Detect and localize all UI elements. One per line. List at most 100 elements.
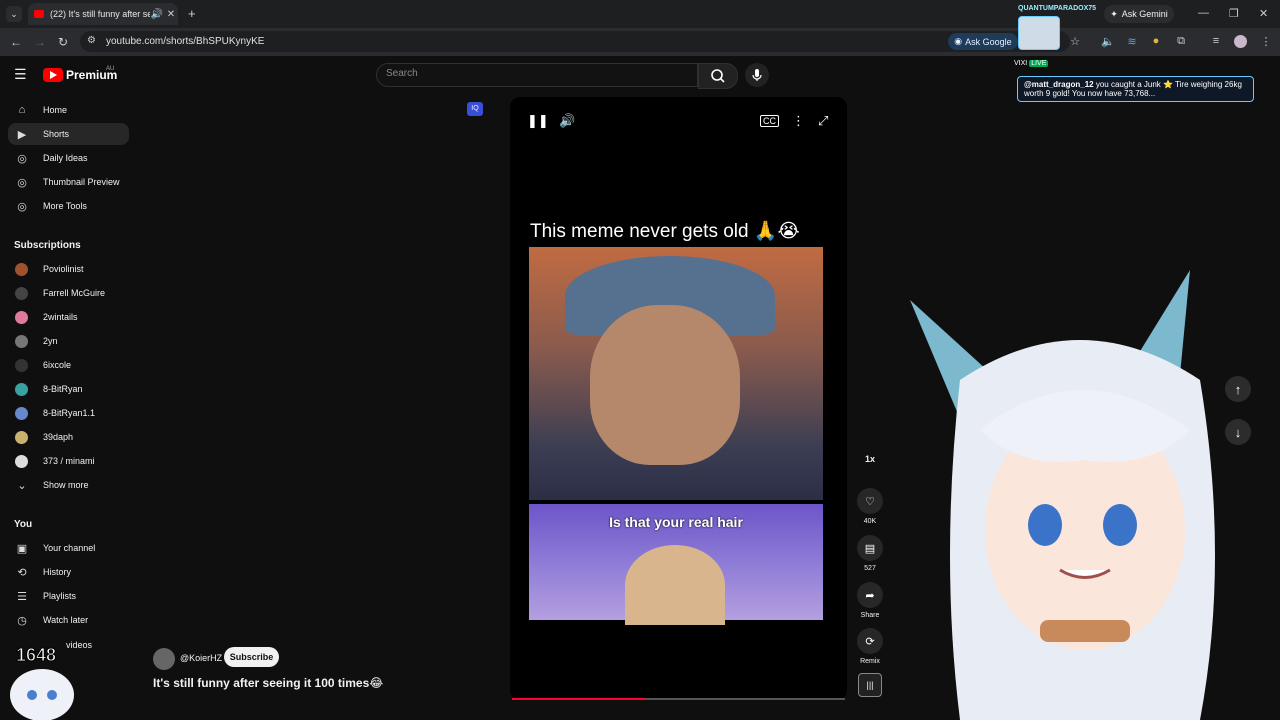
tab-audio-icon[interactable]: 🔊 (150, 9, 164, 20)
media-icon[interactable]: 🔈 (1101, 35, 1115, 48)
sidebar-item-label: Shorts (43, 129, 70, 139)
heart-icon: ♡ (865, 495, 875, 508)
sidebar-item-2wintails[interactable]: 2wintails (8, 306, 129, 328)
sidebar-item-playlists[interactable]: ☰ Playlists (8, 585, 129, 607)
microphone-icon (752, 69, 762, 81)
tab-title: (22) It's still funny after seei (50, 9, 150, 19)
sidebar-item-watch-later[interactable]: ◷ Watch later (8, 609, 129, 631)
channel-avatar (15, 334, 28, 348)
sidebar-item-6ixcole[interactable]: 6ixcole (8, 354, 129, 376)
channel-avatar (15, 262, 28, 276)
browser-tab[interactable]: (22) It's still funny after seei 🔊 ✕ (28, 3, 178, 25)
sound-button[interactable]: ||| (858, 673, 882, 697)
sidebar-item-thumbnail-preview[interactable]: ◎ Thumbnail Preview (8, 171, 129, 193)
subscribe-button[interactable]: Subscribe (224, 647, 279, 667)
sidebar-item-2yn[interactable]: 2yn (8, 330, 129, 352)
sidebar-item-label: 8-BitRyan1.1 (43, 408, 96, 418)
sidebar-item-more-tools[interactable]: ◎ More Tools (8, 195, 129, 217)
sidebar-item-label: 2wintails (43, 312, 78, 322)
search-input[interactable] (376, 63, 698, 87)
comments-button[interactable]: ▤ (857, 535, 883, 561)
more-options-icon[interactable]: ⋮ (792, 113, 805, 129)
progress-bar[interactable] (512, 698, 645, 700)
channel-avatar (15, 406, 28, 420)
channel-handle[interactable]: @KoierHZ (180, 653, 222, 663)
subscriptions-heading[interactable]: Subscriptions (14, 240, 81, 251)
sidebar-item-39daph[interactable]: 39daph (8, 426, 129, 448)
comment-icon: ▤ (864, 542, 876, 555)
fullscreen-icon[interactable]: ⤢ (818, 113, 828, 129)
search-placeholder: Search (386, 68, 418, 79)
sidebar-item-history[interactable]: ⟲ History (8, 561, 129, 583)
streamer-name: QUANTUMPARADOX75 (1018, 5, 1097, 12)
sidebar-item-label: History (43, 567, 72, 577)
sidebar-item-home[interactable]: ⌂ Home (8, 99, 129, 121)
sidebar-item-poviolinist[interactable]: Poviolinist (8, 258, 129, 280)
forward-icon[interactable]: → (34, 35, 46, 49)
home-icon: ⌂ (18, 104, 26, 116)
video-title: It's still funny after seeing it 100 tim… (153, 676, 384, 690)
youtube-logo-icon[interactable] (43, 68, 63, 82)
like-count: 40K (863, 518, 877, 525)
sidebar-item-label: Poviolinist (43, 264, 84, 274)
like-button[interactable]: ♡ (857, 488, 883, 514)
sidebar-item-label: 373 / minami (43, 456, 95, 466)
captions-icon[interactable]: CC (760, 115, 779, 127)
channel-icon: ▣ (16, 542, 28, 555)
sidebar-item-label: Home (43, 105, 68, 115)
history-icon: ⟲ (17, 566, 27, 579)
tab-close-icon[interactable]: ✕ (164, 9, 178, 20)
menu-icon[interactable]: ☰ (14, 66, 27, 83)
chat-message: @matt_dragon_12 you caught a Junk ⭐ Tire… (1017, 76, 1254, 102)
bookmark-star-icon[interactable]: ☆ (1068, 35, 1082, 48)
sidebar-item-shorts[interactable]: ▶ Shorts (8, 123, 129, 145)
profile-avatar[interactable] (1234, 35, 1247, 48)
playback-speed[interactable]: 1x (856, 454, 884, 464)
channel-avatar (15, 430, 28, 444)
reading-list-icon[interactable]: ≡ (1209, 35, 1223, 47)
extension-toggle-icon[interactable]: IQ (467, 102, 483, 116)
channel-avatar (15, 286, 28, 300)
vtuber-avatar (910, 270, 1215, 720)
sidebar-item-daily-ideas[interactable]: ◎ Daily Ideas (8, 147, 129, 169)
new-tab-button[interactable]: + (188, 6, 196, 21)
channel-avatar (15, 358, 28, 372)
minimize-icon[interactable]: — (1198, 7, 1209, 19)
remix-button[interactable]: ⟳ (857, 628, 883, 654)
sidebar-item-label: Farrell McGuire (43, 288, 106, 298)
extension-coin-icon[interactable]: ● (1149, 35, 1163, 47)
sidebar-item-show-more[interactable]: ⌄ Show more (8, 474, 129, 496)
region-label: AU (106, 66, 115, 72)
audio-wave-icon: ||| (866, 680, 874, 690)
you-heading[interactable]: You (14, 519, 32, 530)
reload-icon[interactable]: ↻ (58, 35, 68, 49)
sidebar-item-8-bitryan[interactable]: 8-BitRyan (8, 378, 129, 400)
url-text[interactable]: youtube.com/shorts/BhSPUKynyKE (106, 36, 264, 47)
channel-avatar[interactable] (153, 648, 175, 670)
sidebar-item-farrell-mcguire[interactable]: Farrell McGuire (8, 282, 129, 304)
close-window-icon[interactable]: ✕ (1259, 7, 1268, 20)
volume-icon[interactable]: 🔊 (559, 113, 575, 129)
site-info-icon[interactable]: ⚙ (87, 35, 96, 46)
share-button[interactable]: ➦ (857, 582, 883, 608)
shorts-icon: ▶ (17, 128, 27, 141)
maximize-icon[interactable]: ❐ (1229, 7, 1239, 20)
ask-google-button[interactable]: ◉ Ask Google (948, 33, 1018, 50)
extension-icon: ◎ (17, 152, 27, 165)
channel-avatar (15, 454, 28, 468)
pause-icon[interactable]: ❚❚ (527, 113, 549, 129)
woman-head (625, 545, 725, 625)
sidebar-item-label: Daily Ideas (43, 153, 88, 163)
tab-search-button[interactable]: ⌄ (6, 6, 22, 22)
back-icon[interactable]: ← (10, 35, 22, 49)
sidebar-item-your-channel[interactable]: ▣ Your channel (8, 537, 129, 559)
search-button[interactable] (698, 63, 738, 89)
voice-search-button[interactable] (745, 63, 769, 87)
vixi-label: VIXI LIVE (1014, 60, 1049, 67)
extension-icon[interactable]: ≋ (1125, 35, 1139, 48)
sidebar-item-373-minami[interactable]: 373 / minami (8, 450, 129, 472)
sidebar-item-label: Watch later (43, 615, 89, 625)
sidebar-item-8-bitryan1-1[interactable]: 8-BitRyan1.1 (8, 402, 129, 424)
extensions-puzzle-icon[interactable]: ⧉ (1174, 35, 1188, 48)
browser-menu-icon[interactable]: ⋮ (1259, 35, 1273, 48)
